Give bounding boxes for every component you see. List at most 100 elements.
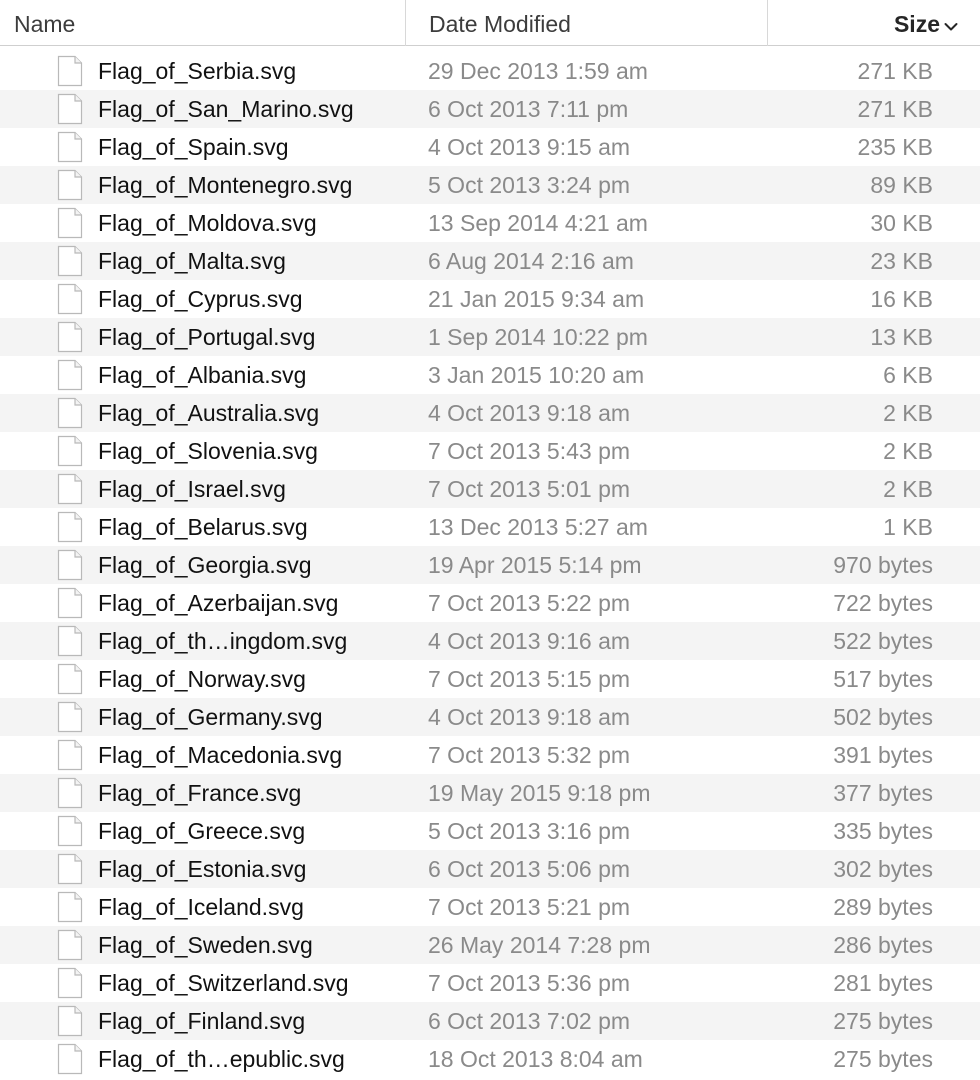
document-icon [57, 967, 83, 999]
document-icon [57, 549, 83, 581]
file-date-modified: 13 Sep 2014 4:21 am [428, 210, 648, 236]
file-name[interactable]: Flag_of_Spain.svg [98, 128, 289, 166]
file-size: 2 KB [883, 400, 933, 426]
file-name[interactable]: Flag_of_Israel.svg [98, 470, 286, 508]
file-row[interactable]: Flag_of_Estonia.svg 6 Oct 2013 5:06 pm 302… [0, 850, 980, 888]
file-size: 502 bytes [833, 704, 933, 730]
file-name[interactable]: Flag_of_Malta.svg [98, 242, 286, 280]
file-row[interactable]: Flag_of_San_Marino.svg 6 Oct 2013 7:11 pm… [0, 90, 980, 128]
file-date-modified: 5 Oct 2013 3:16 pm [428, 818, 631, 844]
file-row[interactable]: Flag_of_Switzerland.svg 7 Oct 2013 5:36 p… [0, 964, 980, 1002]
file-date-modified: 6 Oct 2013 7:02 pm [428, 1008, 631, 1034]
file-row[interactable]: Flag_of_th…ingdom.svg 4 Oct 2013 9:16 am 5… [0, 622, 980, 660]
file-row[interactable]: Flag_of_Albania.svg 3 Jan 2015 10:20 am 6 … [0, 356, 980, 394]
file-name[interactable]: Flag_of_Slovenia.svg [98, 432, 318, 470]
file-name[interactable]: Flag_of_Germany.svg [98, 698, 323, 736]
file-date-modified: 4 Oct 2013 9:18 am [428, 400, 631, 426]
file-date-modified: 4 Oct 2013 9:18 am [428, 704, 631, 730]
file-row[interactable]: Flag_of_Belarus.svg 13 Dec 2013 5:27 am 1 … [0, 508, 980, 546]
file-size: 1 KB [883, 514, 933, 540]
file-name[interactable]: Flag_of_Moldova.svg [98, 204, 317, 242]
document-icon [57, 93, 83, 125]
date-modified-column-header[interactable]: Date Modified [405, 0, 767, 46]
file-size: 275 bytes [833, 1046, 933, 1072]
file-name[interactable]: Flag_of_Albania.svg [98, 356, 306, 394]
finder-list-view: Name Date Modified Size Flag_of_Serbia.s… [0, 0, 980, 1080]
file-date-modified: 6 Oct 2013 7:11 pm [428, 96, 629, 122]
file-size: 275 bytes [833, 1008, 933, 1034]
file-size: 522 bytes [833, 628, 933, 654]
file-row[interactable]: Flag_of_Portugal.svg 1 Sep 2014 10:22 pm 1… [0, 318, 980, 356]
file-name[interactable]: Flag_of_th…ingdom.svg [98, 622, 347, 660]
file-name[interactable]: Flag_of_Finland.svg [98, 1002, 305, 1040]
file-name[interactable]: Flag_of_Portugal.svg [98, 318, 315, 356]
file-date-modified: 13 Dec 2013 5:27 am [428, 514, 648, 540]
file-name[interactable]: Flag_of_Georgia.svg [98, 546, 312, 584]
chevron-down-icon [944, 0, 958, 48]
file-size: 377 bytes [833, 780, 933, 806]
file-name[interactable]: Flag_of_France.svg [98, 774, 301, 812]
file-name[interactable]: Flag_of_Switzerland.svg [98, 964, 349, 1002]
file-row[interactable]: Flag_of_Spain.svg 4 Oct 2013 9:15 am 235 K… [0, 128, 980, 166]
file-name[interactable]: Flag_of_Azerbaijan.svg [98, 584, 338, 622]
file-row[interactable]: Flag_of_Cyprus.svg 21 Jan 2015 9:34 am 16 … [0, 280, 980, 318]
document-icon [57, 625, 83, 657]
file-row[interactable]: Flag_of_Finland.svg 6 Oct 2013 7:02 pm 275… [0, 1002, 980, 1040]
file-name[interactable]: Flag_of_Montenegro.svg [98, 166, 352, 204]
file-size: 30 KB [870, 210, 933, 236]
file-name[interactable]: Flag_of_Australia.svg [98, 394, 319, 432]
file-row[interactable]: Flag_of_Germany.svg 4 Oct 2013 9:18 am 502… [0, 698, 980, 736]
file-name[interactable]: Flag_of_San_Marino.svg [98, 90, 354, 128]
document-icon [57, 1043, 83, 1075]
file-name[interactable]: Flag_of_Macedonia.svg [98, 736, 342, 774]
file-size: 302 bytes [833, 856, 933, 882]
name-column-header[interactable]: Name [0, 0, 405, 46]
file-row[interactable]: Flag_of_Montenegro.svg 5 Oct 2013 3:24 pm… [0, 166, 980, 204]
file-date-modified: 7 Oct 2013 5:43 pm [428, 438, 631, 464]
size-column-label: Size [893, 11, 940, 37]
file-row[interactable]: Flag_of_Azerbaijan.svg 7 Oct 2013 5:22 pm… [0, 584, 980, 622]
file-date-modified: 18 Oct 2013 8:04 am [428, 1046, 643, 1072]
file-name[interactable]: Flag_of_th…epublic.svg [98, 1040, 345, 1078]
file-row[interactable]: Flag_of_Israel.svg 7 Oct 2013 5:01 pm 2 KB [0, 470, 980, 508]
file-row[interactable]: Flag_of_Sweden.svg 26 May 2014 7:28 pm 286… [0, 926, 980, 964]
file-name[interactable]: Flag_of_Serbia.svg [98, 52, 296, 90]
file-row[interactable]: Flag_of_Macedonia.svg 7 Oct 2013 5:32 pm 3… [0, 736, 980, 774]
file-size: 517 bytes [833, 666, 933, 692]
document-icon [57, 397, 83, 429]
document-icon [57, 321, 83, 353]
file-name[interactable]: Flag_of_Cyprus.svg [98, 280, 303, 318]
file-date-modified: 29 Dec 2013 1:59 am [428, 58, 648, 84]
file-name[interactable]: Flag_of_Belarus.svg [98, 508, 308, 546]
file-name[interactable]: Flag_of_Estonia.svg [98, 850, 306, 888]
size-column-header[interactable]: Size [767, 0, 980, 46]
file-row[interactable]: Flag_of_France.svg 19 May 2015 9:18 pm 377… [0, 774, 980, 812]
document-icon [57, 131, 83, 163]
file-row[interactable]: Flag_of_Norway.svg 7 Oct 2013 5:15 pm 517 … [0, 660, 980, 698]
file-row[interactable]: Flag_of_Australia.svg 4 Oct 2013 9:18 am 2… [0, 394, 980, 432]
file-name[interactable]: Flag_of_Norway.svg [98, 660, 306, 698]
file-date-modified: 19 May 2015 9:18 pm [428, 780, 651, 806]
file-size: 23 KB [870, 248, 933, 274]
file-size: 271 KB [857, 58, 933, 84]
file-row[interactable]: Flag_of_Malta.svg 6 Aug 2014 2:16 am 23 KB [0, 242, 980, 280]
document-icon [57, 777, 83, 809]
file-row[interactable]: Flag_of_Slovenia.svg 7 Oct 2013 5:43 pm 2 … [0, 432, 980, 470]
file-date-modified: 3 Jan 2015 10:20 am [428, 362, 645, 388]
file-row[interactable]: Flag_of_Georgia.svg 19 Apr 2015 5:14 pm 97… [0, 546, 980, 584]
file-size: 2 KB [883, 438, 933, 464]
document-icon [57, 739, 83, 771]
document-icon [57, 473, 83, 505]
file-name[interactable]: Flag_of_Iceland.svg [98, 888, 304, 926]
file-row[interactable]: Flag_of_Serbia.svg 29 Dec 2013 1:59 am 271… [0, 52, 980, 90]
file-row[interactable]: Flag_of_th…epublic.svg 18 Oct 2013 8:04 a… [0, 1040, 980, 1078]
file-date-modified: 7 Oct 2013 5:15 pm [428, 666, 631, 692]
file-row[interactable]: Flag_of_Greece.svg 5 Oct 2013 3:16 pm 335 … [0, 812, 980, 850]
file-name[interactable]: Flag_of_Greece.svg [98, 812, 305, 850]
file-row[interactable]: Flag_of_Iceland.svg 7 Oct 2013 5:21 pm 289… [0, 888, 980, 926]
file-date-modified: 7 Oct 2013 5:01 pm [428, 476, 631, 502]
document-icon [57, 663, 83, 695]
file-size: 335 bytes [833, 818, 933, 844]
file-name[interactable]: Flag_of_Sweden.svg [98, 926, 313, 964]
file-row[interactable]: Flag_of_Moldova.svg 13 Sep 2014 4:21 am 30… [0, 204, 980, 242]
